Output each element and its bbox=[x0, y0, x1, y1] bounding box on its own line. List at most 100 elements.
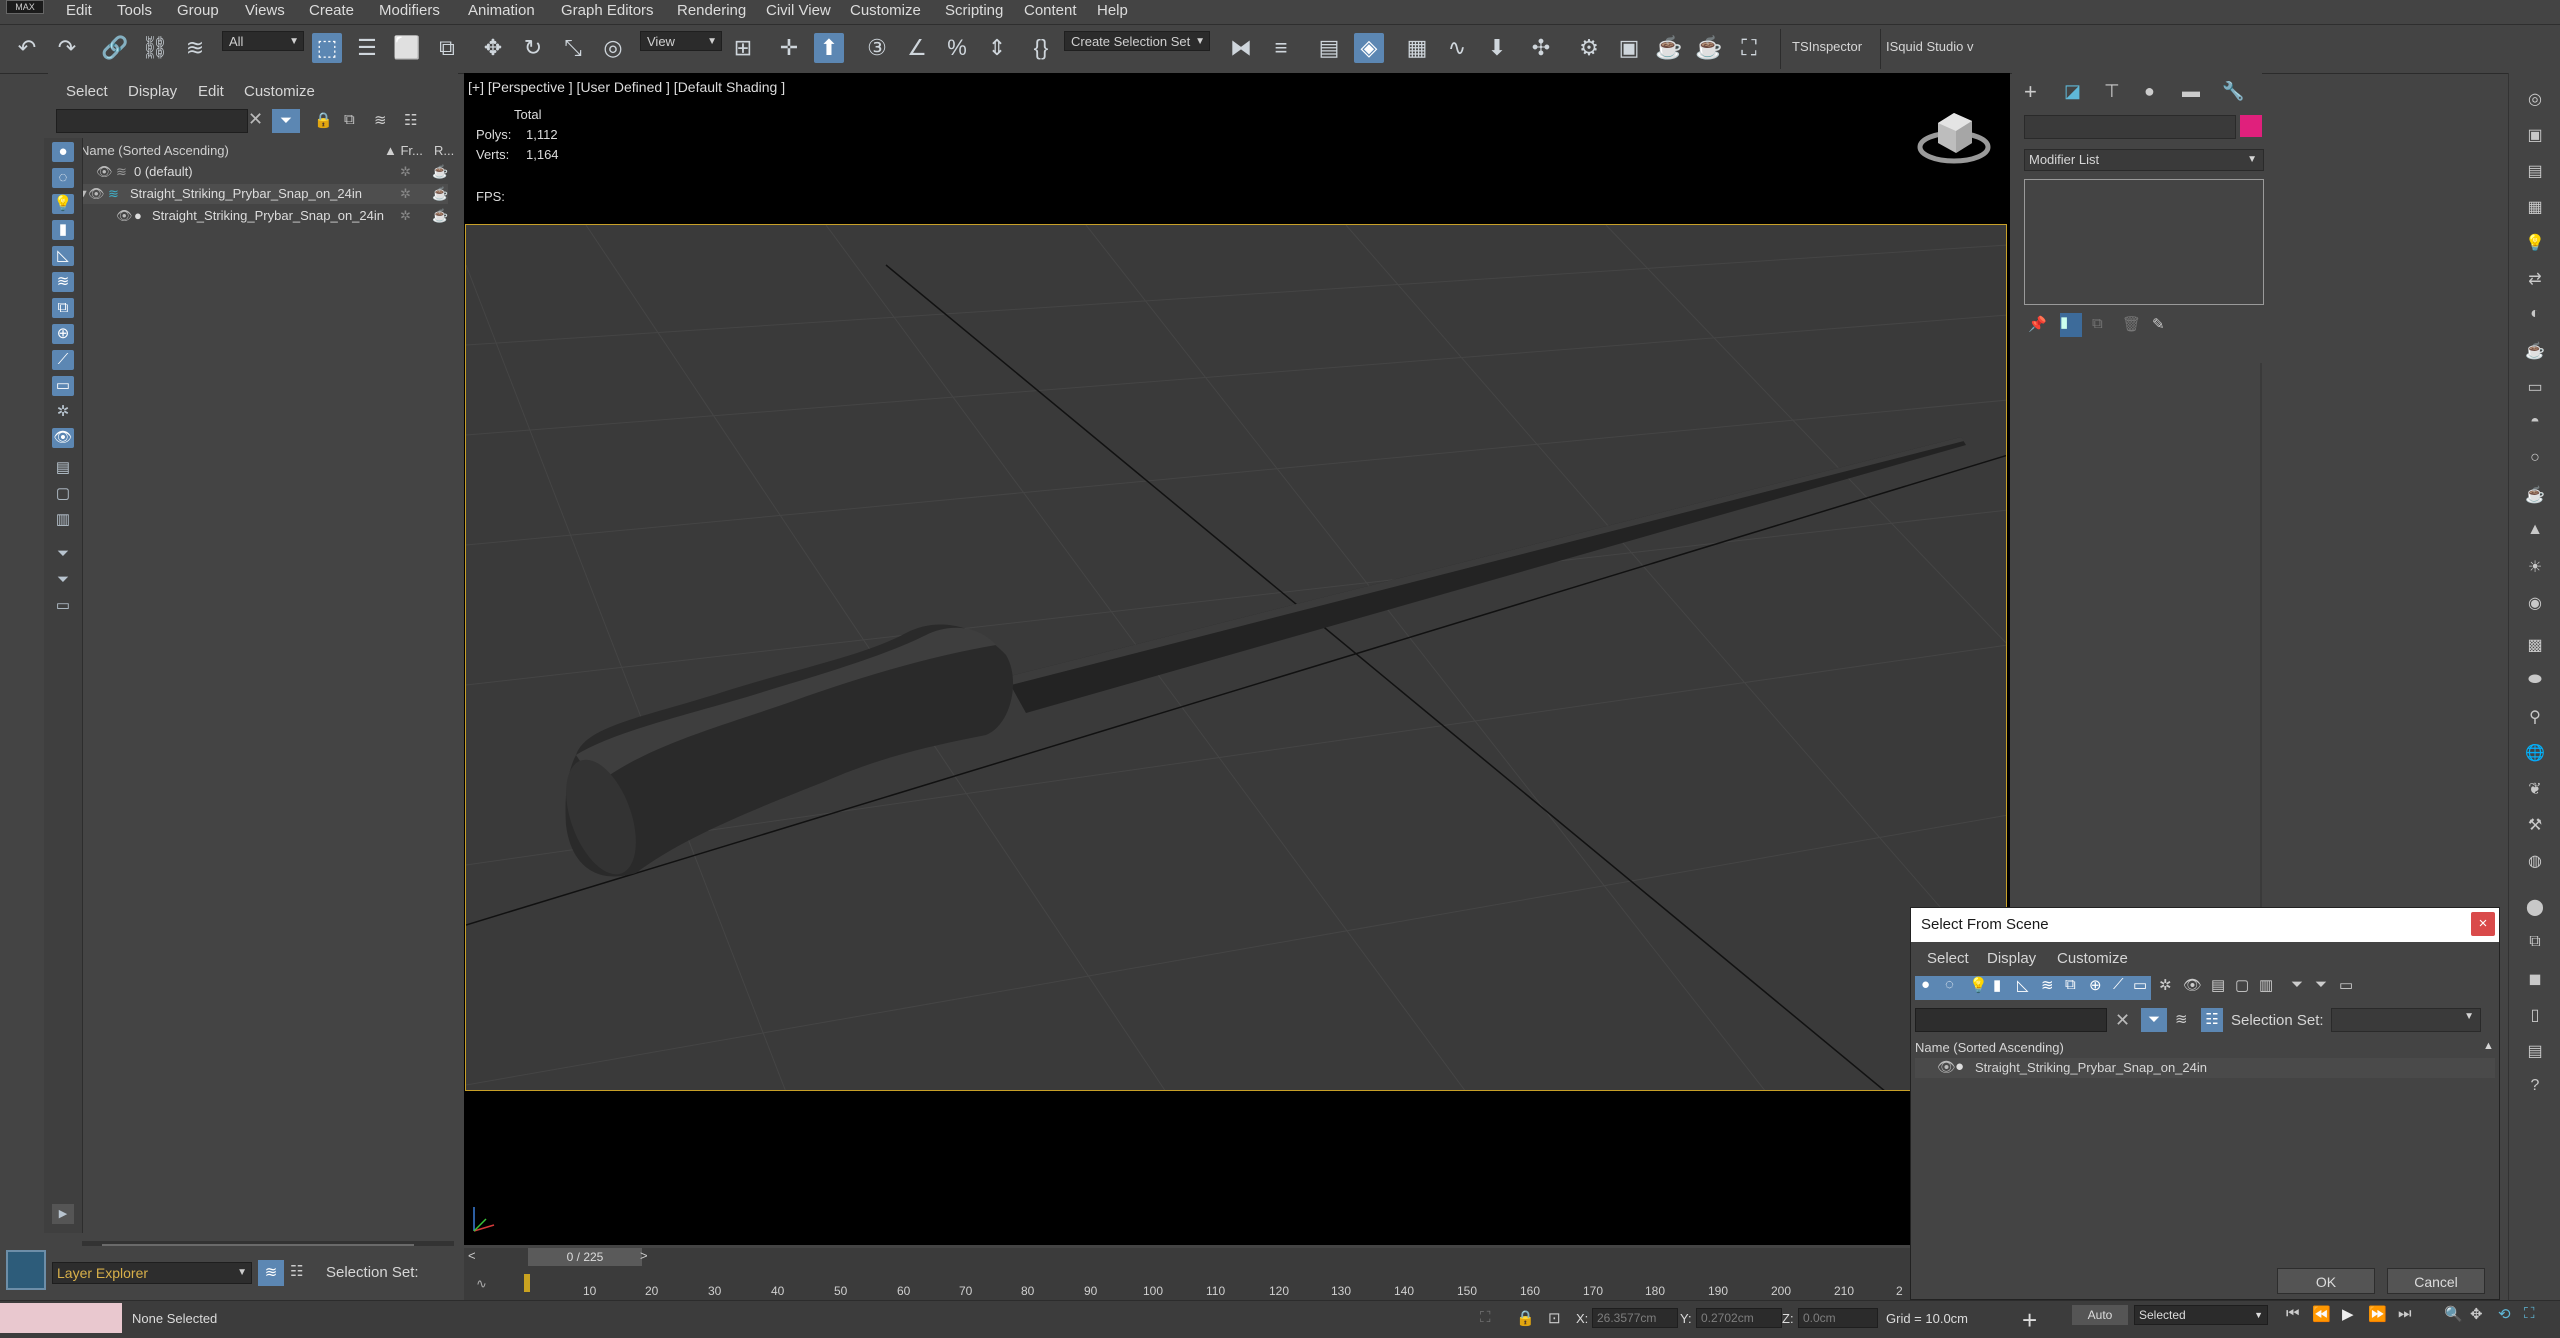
scene-menu-display[interactable]: Display bbox=[128, 83, 177, 100]
display-cameras-icon[interactable]: ▮ bbox=[52, 220, 74, 240]
render-production-icon[interactable]: ☕ bbox=[1654, 33, 1684, 63]
display-shapes-icon[interactable]: ◌ bbox=[52, 168, 74, 188]
keyboard-shortcut-override-icon[interactable]: ⬆ bbox=[814, 33, 844, 63]
shape-filter-icon[interactable]: ◌ bbox=[1945, 976, 1954, 993]
folder-icon[interactable]: ▭ bbox=[52, 596, 74, 616]
display-invert-icon[interactable]: ▥ bbox=[52, 510, 74, 530]
lock-icon[interactable]: 🔒 bbox=[314, 111, 333, 129]
modifier-list-dropdown[interactable]: Modifier List ▼ bbox=[2024, 149, 2264, 171]
hidden-filter-icon[interactable]: 👁 bbox=[2183, 976, 2202, 994]
cone-icon[interactable]: ▲ bbox=[2523, 521, 2547, 543]
freeze-icon[interactable]: ✲ bbox=[400, 184, 411, 204]
selection-set-dropdown[interactable]: ▼ bbox=[2331, 1008, 2481, 1032]
add-time-tag-icon[interactable]: + bbox=[2022, 1305, 2037, 1336]
viewport-render-area[interactable] bbox=[465, 224, 2007, 1091]
display-xrefs-icon[interactable]: ⊕ bbox=[52, 324, 74, 344]
helper-filter-icon[interactable]: ◺ bbox=[2017, 976, 2029, 994]
object-name-field[interactable] bbox=[2024, 115, 2236, 139]
hierarchy-icon[interactable]: ☷ bbox=[290, 1262, 303, 1280]
visibility-eye-icon[interactable]: 👁 bbox=[88, 184, 105, 204]
scene-states-icon[interactable]: ⇄ bbox=[2523, 269, 2547, 291]
zoom-icon[interactable]: 🔍 bbox=[2444, 1305, 2463, 1323]
material-ball-icon[interactable]: ◍ bbox=[2523, 851, 2547, 873]
column-freeze-header[interactable]: ▲ Fr... bbox=[384, 143, 423, 158]
dialog-object-row[interactable]: 👁 ● Straight_Striking_Prybar_Snap_on_24i… bbox=[1915, 1058, 2495, 1078]
move-icon[interactable]: ✥ bbox=[478, 33, 508, 63]
redo-icon[interactable]: ↷ bbox=[52, 33, 82, 63]
clear-search-icon[interactable]: ✕ bbox=[248, 109, 263, 130]
rotate-icon[interactable]: ↻ bbox=[518, 33, 548, 63]
light-filter-icon[interactable]: 💡 bbox=[1969, 976, 1988, 994]
display-groups-icon[interactable]: ⧉ bbox=[52, 298, 74, 318]
object-color-swatch[interactable] bbox=[2240, 115, 2262, 137]
layer-row-default[interactable]: 👁 ≋ 0 (default) ✲ ☕ bbox=[82, 162, 452, 182]
configure-modifier-sets-icon[interactable]: ✎ bbox=[2152, 315, 2165, 333]
motion-tab-icon[interactable]: ● bbox=[2144, 81, 2155, 102]
track-view-icon[interactable]: ▦ bbox=[2523, 197, 2547, 219]
expand-panel-icon[interactable]: ▶ bbox=[52, 1204, 74, 1224]
menu-views[interactable]: Views bbox=[245, 2, 285, 19]
object-properties-icon[interactable]: ▣ bbox=[2523, 125, 2547, 147]
display-geometry-icon[interactable]: ● bbox=[52, 142, 74, 162]
schematic-view-icon[interactable]: ⬇ bbox=[1482, 33, 1512, 63]
display-frozen-icon[interactable]: ✲ bbox=[52, 402, 74, 422]
x-coord-field[interactable]: 26.3577cm bbox=[1592, 1308, 1678, 1328]
container-filter-icon[interactable]: ▭ bbox=[2133, 976, 2147, 994]
toggle-layer-explorer-icon[interactable]: ◈ bbox=[1354, 33, 1384, 63]
menu-rendering[interactable]: Rendering bbox=[677, 2, 746, 19]
mini-curve-editor-icon[interactable]: ∿ bbox=[476, 1276, 487, 1292]
previous-frame-icon[interactable]: ⏪ bbox=[2312, 1305, 2331, 1323]
menu-group[interactable]: Group bbox=[177, 2, 219, 19]
scene-menu-edit[interactable]: Edit bbox=[198, 83, 224, 100]
time-slider-thumb[interactable]: 0 / 225 bbox=[528, 1248, 642, 1266]
layers-icon[interactable]: ≋ bbox=[2175, 1010, 2188, 1028]
trackbar[interactable]: ∿ 10 20 30 40 50 60 70 80 90 100 110 120… bbox=[464, 1266, 1910, 1300]
dialog-search-input[interactable] bbox=[1915, 1008, 2107, 1032]
play-icon[interactable]: ▶ bbox=[2342, 1305, 2354, 1323]
menu-content[interactable]: Content bbox=[1024, 2, 1077, 19]
crosshair-icon[interactable]: ✛ bbox=[774, 33, 804, 63]
viewport-layout-icon[interactable]: ◎ bbox=[2523, 89, 2547, 111]
pin-stack-icon[interactable]: 📌 bbox=[2028, 315, 2047, 333]
display-helpers-icon[interactable]: ◺ bbox=[52, 246, 74, 266]
file-icon[interactable]: ▯ bbox=[2523, 1005, 2547, 1027]
column-name-header[interactable]: Name (Sorted Ascending) bbox=[1915, 1040, 2064, 1055]
render-teapot-icon[interactable]: ☕ bbox=[432, 206, 448, 226]
snaps-toggle-icon[interactable]: ③ bbox=[862, 33, 892, 63]
named-selection-dropdown[interactable]: Create Selection Set ▼ bbox=[1064, 31, 1210, 51]
render-iterative-icon[interactable]: ☕ bbox=[1694, 33, 1724, 63]
light-lister-icon[interactable]: 💡 bbox=[2523, 233, 2547, 255]
display-all-icon[interactable]: ▤ bbox=[52, 458, 74, 478]
script-icon[interactable]: ▤ bbox=[2523, 1041, 2547, 1063]
select-all-icon[interactable]: ▤ bbox=[2211, 976, 2225, 994]
filter-icon[interactable]: ⏷ bbox=[272, 109, 300, 133]
hierarchy-icon[interactable]: ☷ bbox=[2201, 1008, 2223, 1032]
menu-civil-view[interactable]: Civil View bbox=[766, 2, 831, 19]
help-icon[interactable]: ? bbox=[2523, 1077, 2547, 1099]
orbit-icon[interactable]: ⟲ bbox=[2498, 1305, 2511, 1323]
reference-coordinate-dropdown[interactable]: View ▼ bbox=[640, 31, 722, 51]
menu-customize[interactable]: Customize bbox=[850, 2, 921, 19]
menu-create[interactable]: Create bbox=[309, 2, 354, 19]
column-render-header[interactable]: R... bbox=[434, 143, 454, 158]
object-row-prybar[interactable]: 👁 ● Straight_Striking_Prybar_Snap_on_24i… bbox=[82, 206, 452, 226]
key-filter-dropdown[interactable]: Selected ▼ bbox=[2134, 1305, 2268, 1325]
hammer-icon[interactable]: ⚒ bbox=[2523, 815, 2547, 837]
sort-arrow-icon[interactable]: ▲ bbox=[2483, 1040, 2494, 1052]
render-setup-icon[interactable]: ⚙ bbox=[1574, 33, 1604, 63]
torus-icon[interactable]: ◉ bbox=[2523, 593, 2547, 615]
visibility-eye-icon[interactable]: 👁 bbox=[96, 162, 113, 182]
sync-filter-icon[interactable]: ⏷ bbox=[52, 544, 74, 564]
teapot-icon[interactable]: ☕ bbox=[2523, 485, 2547, 507]
sync-filter-icon[interactable]: ⏷ bbox=[2291, 976, 2303, 993]
percent-snap-icon[interactable]: % bbox=[942, 33, 972, 63]
layers-icon[interactable]: ≋ bbox=[374, 111, 387, 129]
environment-icon[interactable]: ▭ bbox=[2523, 377, 2547, 399]
display-spacewarps-icon[interactable]: ≋ bbox=[52, 272, 74, 292]
dialog-menu-select[interactable]: Select bbox=[1927, 950, 1969, 967]
group-filter-icon[interactable]: ⧉ bbox=[2065, 976, 2076, 993]
rectangular-selection-icon[interactable]: ⬜ bbox=[392, 33, 422, 63]
spinner-snap-icon[interactable]: ⇕ bbox=[982, 33, 1012, 63]
column-name-header[interactable]: Name (Sorted Ascending) bbox=[80, 143, 229, 158]
menu-scripting[interactable]: Scripting bbox=[945, 2, 1003, 19]
